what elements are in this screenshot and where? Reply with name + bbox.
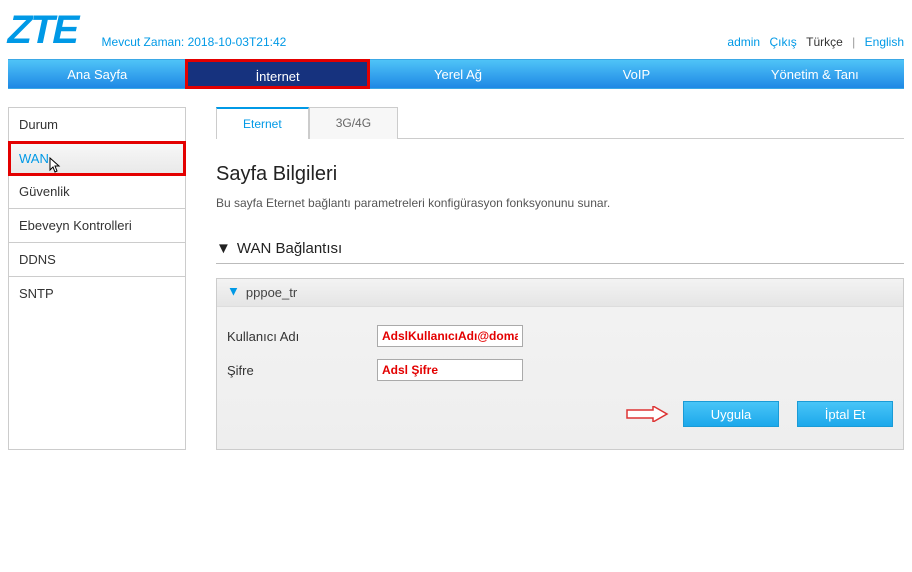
panel-body: Kullanıcı Adı Şifre Uygula İptal Et	[217, 307, 903, 449]
lang-tr[interactable]: Türkçe	[806, 35, 843, 49]
sidebar-item-parental[interactable]: Ebeveyn Kontrolleri	[9, 209, 185, 243]
label-username: Kullanıcı Adı	[227, 329, 377, 344]
row-password: Şifre	[227, 359, 893, 381]
arrow-icon	[625, 406, 669, 422]
nav-mgmt[interactable]: Yönetim & Tanı	[726, 60, 904, 88]
input-username[interactable]	[377, 325, 523, 347]
input-password[interactable]	[377, 359, 523, 381]
cursor-icon	[49, 157, 63, 176]
user-links: admin Çıkış Türkçe | English	[721, 35, 904, 49]
label-password: Şifre	[227, 363, 377, 378]
header-bar: ZTE Mevcut Zaman: 2018-10-03T21:42 admin…	[8, 0, 904, 59]
user-link[interactable]: admin	[727, 35, 760, 49]
cancel-button[interactable]: İptal Et	[797, 401, 893, 427]
sidebar-item-label: WAN	[19, 151, 49, 166]
connection-panel: ▲ pppoe_tr Kullanıcı Adı Şifre	[216, 278, 904, 450]
main-nav: Ana Sayfa İnternet Yerel Ağ VoIP Yönetim…	[8, 59, 904, 89]
connection-name: pppoe_tr	[246, 285, 297, 300]
lang-en[interactable]: English	[865, 35, 904, 49]
sidebar-item-ddns[interactable]: DDNS	[9, 243, 185, 277]
logout-link[interactable]: Çıkış	[769, 35, 796, 49]
sidebar: Durum WAN Güvenlik Ebeveyn Kontrolleri D…	[8, 107, 186, 450]
row-username: Kullanıcı Adı	[227, 325, 893, 347]
apply-button[interactable]: Uygula	[683, 401, 779, 427]
tab-ethernet[interactable]: Eternet	[216, 107, 309, 139]
button-row: Uygula İptal Et	[227, 401, 893, 427]
nav-internet[interactable]: İnternet	[185, 59, 369, 89]
current-time: Mevcut Zaman: 2018-10-03T21:42	[102, 35, 722, 49]
tab-3g4g[interactable]: 3G/4G	[309, 107, 398, 139]
tabs: Eternet 3G/4G	[216, 107, 904, 139]
page-title: Sayfa Bilgileri	[216, 163, 904, 186]
sidebar-item-wan[interactable]: WAN	[8, 141, 186, 176]
section-header[interactable]: ▼ WAN Bağlantısı	[216, 234, 904, 264]
expand-icon: ▲	[227, 285, 240, 300]
sidebar-item-security[interactable]: Güvenlik	[9, 175, 185, 209]
nav-voip[interactable]: VoIP	[547, 60, 725, 88]
brand-logo: ZTE	[8, 8, 78, 53]
nav-lan[interactable]: Yerel Ağ	[369, 60, 547, 88]
sidebar-item-sntp[interactable]: SNTP	[9, 277, 185, 310]
content: Eternet 3G/4G Sayfa Bilgileri Bu sayfa E…	[216, 107, 904, 450]
section-title: WAN Bağlantısı	[237, 240, 342, 257]
lang-sep: |	[852, 35, 855, 49]
nav-home[interactable]: Ana Sayfa	[8, 60, 186, 88]
collapse-icon: ▼	[216, 240, 231, 257]
page-desc: Bu sayfa Eternet bağlantı parametreleri …	[216, 196, 904, 210]
sidebar-item-status[interactable]: Durum	[9, 108, 185, 142]
connection-header[interactable]: ▲ pppoe_tr	[217, 279, 903, 307]
